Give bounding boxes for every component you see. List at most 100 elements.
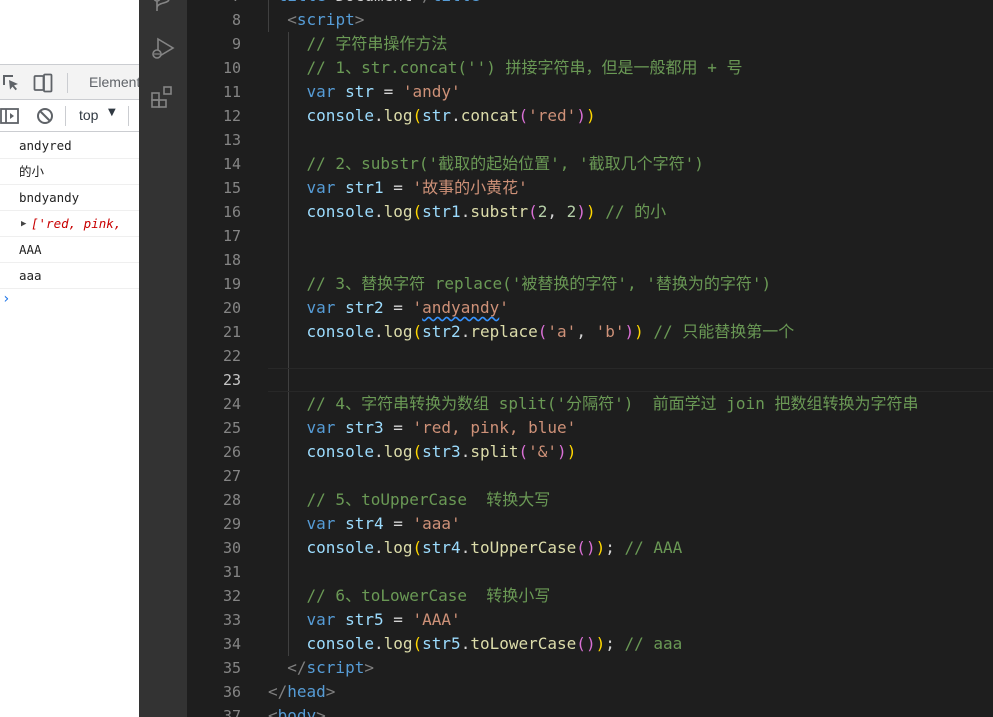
console-toolbar: top ▼	[0, 100, 139, 132]
sidebar-toggle-icon[interactable]	[0, 107, 20, 129]
code-line[interactable]: var str5 = 'AAA'	[268, 608, 993, 632]
line-number: 29	[222, 515, 241, 533]
code-token: replace	[470, 322, 538, 341]
code-token: (	[412, 322, 423, 341]
code-token: concat	[460, 106, 519, 125]
line-number: 34	[222, 635, 241, 653]
code-line[interactable]: // 3、替换字符 replace('被替换的字符', '替换为的字符')	[268, 272, 993, 296]
code-token: // 6、toLowerCase 转换小写	[306, 586, 551, 605]
code-token: .	[373, 442, 384, 461]
code-line[interactable]: // 2、substr('截取的起始位置', '截取几个字符')	[268, 152, 993, 176]
code-line[interactable]: var str4 = 'aaa'	[268, 512, 993, 536]
context-selector[interactable]: top	[79, 107, 98, 123]
code-line[interactable]: <script>	[268, 8, 993, 32]
code-line[interactable]: console.log(str2.replace('a', 'b')) // 只…	[268, 320, 993, 344]
code-line[interactable]: console.log(str1.substr(2, 2)) // 的小	[268, 200, 993, 224]
code-line[interactable]: console.log(str5.toLowerCase()); // aaa	[268, 632, 993, 656]
code-line[interactable]	[268, 128, 993, 152]
line-number: 18	[222, 251, 241, 269]
console-prompt[interactable]: ›	[0, 289, 139, 313]
elements-tab[interactable]: Elements	[89, 74, 139, 90]
code-token: log	[383, 106, 413, 125]
array-preview: ['red, pink,	[31, 216, 122, 231]
code-line[interactable]	[268, 344, 993, 368]
code-token: (	[576, 538, 586, 557]
line-number: 19	[222, 275, 241, 293]
code-line[interactable]: <title>Document</title>	[268, 0, 993, 8]
line-number: 27	[222, 467, 241, 485]
toolbar-divider	[67, 73, 68, 93]
code-line[interactable]	[268, 224, 993, 248]
code-line[interactable]	[268, 248, 993, 272]
line-number: 30	[222, 539, 241, 557]
code-token: '&'	[528, 442, 558, 461]
code-line[interactable]: console.log(str.concat('red'))	[268, 104, 993, 128]
console-message: andyred	[0, 133, 139, 159]
code-editor[interactable]: 7 8 9 10 11 12 13 14 15 16 17 18 19 20 21 22 23 24 25 26 27 2…	[187, 0, 993, 717]
toolbar-divider	[65, 106, 66, 126]
code-line[interactable]: // 5、toUpperCase 转换大写	[268, 488, 993, 512]
code-token: toUpperCase	[470, 538, 577, 557]
code-token: console	[306, 106, 374, 125]
line-number: 12	[222, 107, 241, 125]
expand-triangle-icon[interactable]: ▶	[21, 211, 26, 236]
code-token: toLowerCase	[470, 634, 577, 653]
line-number: 20	[222, 299, 241, 317]
code-token: // 4、字符串转换为数组 split('分隔符') 前面学过 join 把数组…	[306, 394, 919, 413]
code-token: log	[383, 634, 413, 653]
line-number: 28	[222, 491, 241, 509]
code-token: 'andy'	[402, 82, 461, 101]
devtools-panel: Elements top ▼ andyred 的小 bndyandy ▶ ['r…	[0, 0, 139, 717]
code-token: (	[412, 442, 423, 461]
code-line[interactable]: <body>	[268, 704, 993, 717]
code-line[interactable]: // 6、toLowerCase 转换小写	[268, 584, 993, 608]
inspect-element-icon[interactable]	[2, 74, 20, 96]
code-line[interactable]: console.log(str3.split('&'))	[268, 440, 993, 464]
line-number: 24	[222, 395, 241, 413]
code-line[interactable]: var str3 = 'red, pink, blue'	[268, 416, 993, 440]
code-token: =	[383, 298, 413, 317]
code-line[interactable]: var str1 = '故事的小黄花'	[268, 176, 993, 200]
code-line-current[interactable]	[268, 368, 993, 392]
source-control-icon[interactable]	[150, 0, 176, 18]
code-token: log	[383, 202, 413, 221]
clear-console-icon[interactable]	[36, 107, 54, 129]
console-message: AAA	[0, 237, 139, 263]
code-line[interactable]: var str2 = 'andyandy'	[268, 296, 993, 320]
code-line[interactable]: // 4、字符串转换为数组 split('分隔符') 前面学过 join 把数组…	[268, 392, 993, 416]
code-token: =	[383, 610, 413, 629]
code-line[interactable]: console.log(str4.toUpperCase()); // AAA	[268, 536, 993, 560]
line-number: 16	[222, 203, 241, 221]
code-token: str5	[422, 634, 461, 653]
code-token: (	[412, 202, 423, 221]
code-token: .	[373, 322, 384, 341]
code-token: <	[268, 706, 278, 717]
code-line[interactable]: // 字符串操作方法	[268, 32, 993, 56]
code-line[interactable]	[268, 560, 993, 584]
run-debug-icon[interactable]	[150, 35, 176, 65]
context-dropdown-icon[interactable]: ▼	[108, 107, 116, 118]
device-toolbar-icon[interactable]	[33, 73, 53, 97]
code-token: // 2、substr('截取的起始位置', '截取几个字符')	[306, 154, 704, 173]
code-line[interactable]: // 1、str.concat('') 拼接字符串，但是一般都用 + 号	[268, 56, 993, 80]
code-line[interactable]	[268, 464, 993, 488]
code-token: 'red'	[528, 106, 577, 125]
code-token: <	[287, 10, 297, 29]
console-output: andyred 的小 bndyandy ▶ ['red, pink, AAA a…	[0, 133, 139, 313]
code-token: =	[383, 178, 413, 197]
code-token: '	[412, 298, 423, 317]
console-message-array[interactable]: ▶ ['red, pink,	[0, 211, 139, 237]
console-message: bndyandy	[0, 185, 139, 211]
code-line[interactable]: </script>	[268, 656, 993, 680]
code-lines[interactable]: <title>Document</title> <script> // 字符串操…	[268, 0, 993, 717]
code-line[interactable]: var str = 'andy'	[268, 80, 993, 104]
extensions-icon[interactable]	[150, 84, 176, 114]
code-line[interactable]: </head>	[268, 680, 993, 704]
